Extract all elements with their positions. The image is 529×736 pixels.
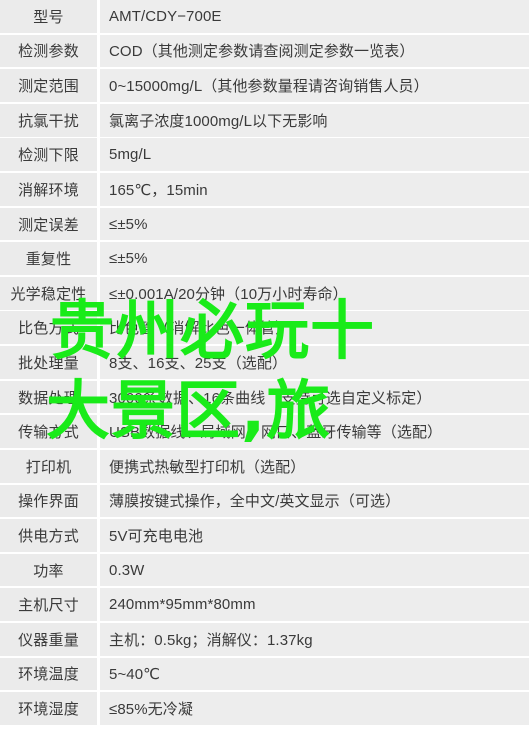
table-row: 环境温度 5~40℃ <box>0 657 529 691</box>
spec-label: 功率 <box>0 553 97 587</box>
table-row: 供电方式 5V可充电电池 <box>0 519 529 552</box>
table-row: 测定范围 0~15000mg/L（其他参数量程请咨询销售人员） <box>0 69 529 102</box>
spec-label: 重复性 <box>0 242 97 275</box>
spec-value: 0.3W <box>100 553 529 587</box>
table-row: 比色方式 比色管（消解比色一体管） <box>0 311 529 345</box>
spec-label: 环境温度 <box>0 657 97 691</box>
table-row: 打印机 便携式热敏型打印机（选配） <box>0 449 529 483</box>
spec-label: 型号 <box>0 0 97 33</box>
spec-label: 仪器重量 <box>0 622 97 656</box>
table-row: 传输方式 USB数据线、局域网、网口、蓝牙传输等（选配） <box>0 415 529 449</box>
spec-label: 数据处理 <box>0 380 97 414</box>
spec-label: 检测参数 <box>0 34 97 68</box>
spec-label: 检测下限 <box>0 138 97 172</box>
spec-label: 比色方式 <box>0 311 97 345</box>
spec-value: 5V可充电电池 <box>100 519 529 552</box>
spec-value: 8支、16支、25支（选配） <box>100 346 529 379</box>
spec-value: ≤±5% <box>100 242 529 275</box>
spec-value: 0~15000mg/L（其他参数量程请咨询销售人员） <box>100 69 529 102</box>
table-row: 操作界面 薄膜按键式操作，全中文/英文显示（可选） <box>0 484 529 518</box>
spec-label: 主机尺寸 <box>0 588 97 622</box>
spec-label: 测定范围 <box>0 69 97 102</box>
table-row: 仪器重量 主机：0.5kg；消解仪：1.37kg <box>0 622 529 656</box>
table-row: 测定误差 ≤±5% <box>0 207 529 241</box>
spec-value: 165℃，15min <box>100 173 529 206</box>
spec-value: 便携式热敏型打印机（选配） <box>100 449 529 483</box>
spec-value: USB数据线、局域网、网口、蓝牙传输等（选配） <box>100 415 529 449</box>
spec-label: 抗氯干扰 <box>0 103 97 137</box>
spec-value: ≤±0.001A/20分钟（10万小时寿命） <box>100 276 529 310</box>
table-row: 抗氯干扰 氯离子浓度1000mg/L以下无影响 <box>0 103 529 137</box>
spec-value: 薄膜按键式操作，全中文/英文显示（可选） <box>100 484 529 518</box>
table-row: 检测参数 COD（其他测定参数请查阅测定参数一览表） <box>0 34 529 68</box>
spec-value: 240mm*95mm*80mm <box>100 588 529 622</box>
spec-value: ≤85%无冷凝 <box>100 692 529 725</box>
spec-value: COD（其他测定参数请查阅测定参数一览表） <box>100 34 529 68</box>
table-row: 重复性 ≤±5% <box>0 242 529 275</box>
table-row: 消解环境 165℃，15min <box>0 173 529 206</box>
table-row: 批处理量 8支、16支、25支（选配） <box>0 346 529 379</box>
table-row: 数据处理 3000条数据、16条曲线（支持可选自定义标定） <box>0 380 529 414</box>
specification-table: 型号 AMT/CDY−700E 检测参数 COD（其他测定参数请查阅测定参数一览表）测… <box>0 0 529 727</box>
spec-label: 操作界面 <box>0 484 97 518</box>
table-row: 主机尺寸 240mm*95mm*80mm <box>0 588 529 622</box>
spec-label: 传输方式 <box>0 415 97 449</box>
spec-value: 主机：0.5kg；消解仪：1.37kg <box>100 622 529 656</box>
spec-value: 比色管（消解比色一体管） <box>100 311 529 345</box>
table-row: 环境湿度 ≤85%无冷凝 <box>0 692 529 725</box>
spec-value: 氯离子浓度1000mg/L以下无影响 <box>100 103 529 137</box>
spec-value: 3000条数据、16条曲线（支持可选自定义标定） <box>100 380 529 414</box>
spec-label: 打印机 <box>0 449 97 483</box>
table-row: 功率 0.3W <box>0 553 529 587</box>
table-row: 光学稳定性 ≤±0.001A/20分钟（10万小时寿命） <box>0 276 529 310</box>
spec-label: 环境湿度 <box>0 692 97 725</box>
spec-value: ≤±5% <box>100 207 529 241</box>
spec-label: 供电方式 <box>0 519 97 552</box>
spec-value: AMT/CDY−700E <box>100 0 529 33</box>
spec-value: 5mg/L <box>100 138 529 172</box>
spec-label: 消解环境 <box>0 173 97 206</box>
spec-value: 5~40℃ <box>100 657 529 691</box>
spec-label: 光学稳定性 <box>0 276 97 310</box>
table-row: 检测下限 5mg/L <box>0 138 529 172</box>
spec-label: 测定误差 <box>0 207 97 241</box>
spec-label: 批处理量 <box>0 346 97 379</box>
table-row: 型号 AMT/CDY−700E <box>0 0 529 33</box>
